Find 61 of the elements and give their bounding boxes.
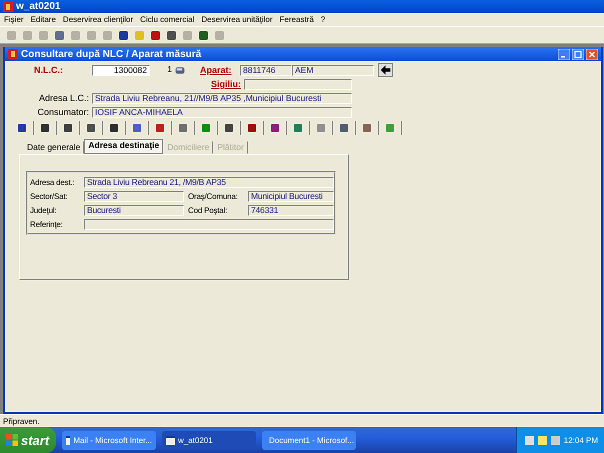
taskbar-button[interactable]: Mail - Microsoft Inter... (62, 430, 156, 450)
tab[interactable]: Adresa destinaţie (84, 139, 164, 154)
square-icon[interactable] (224, 123, 234, 133)
square-icon[interactable] (155, 123, 165, 133)
left-arrow-icon[interactable] (378, 63, 393, 77)
toolbar-icon[interactable] (118, 30, 129, 40)
square-icon[interactable] (17, 123, 27, 133)
sigiliu-label[interactable]: Sigiliu: (186, 79, 244, 89)
menu-item[interactable]: ? (320, 15, 326, 24)
city-field: Municipiul Bucuresti (248, 190, 334, 202)
window-icon (166, 436, 175, 444)
start-button[interactable]: start (0, 427, 56, 453)
window-title: Consultare după NLC / Aparat măsură (21, 48, 202, 60)
app-icon (3, 2, 13, 12)
square-icon[interactable] (86, 123, 96, 133)
toolbar-icon[interactable] (166, 30, 177, 40)
nlc-field[interactable]: 1300082 (92, 64, 150, 76)
square-icon[interactable] (270, 123, 280, 133)
square-icon[interactable] (63, 123, 73, 133)
serial-field: 8811746 (240, 64, 292, 76)
toolbar-icon[interactable] (198, 30, 209, 40)
aparat-label[interactable]: Aparat: (200, 65, 240, 75)
window-icon (66, 436, 70, 444)
sector-field: Sector 3 (84, 190, 184, 202)
menu-item[interactable]: Fereastră (280, 15, 314, 24)
close-button[interactable] (586, 48, 598, 60)
square-icon[interactable] (339, 123, 349, 133)
maximize-button[interactable] (572, 48, 584, 60)
field-label: Adresa dest.: (30, 178, 76, 186)
consumer-label: Consumator: (36, 107, 90, 117)
menu-item[interactable]: Fişier (4, 15, 24, 24)
address-field: Strada Liviu Rebreanu, 21//M9/B AP35 ,Municipiul Bucuresti (92, 92, 352, 104)
field-label: Judeţul: (30, 206, 58, 214)
clock: 12:04 PM (564, 436, 598, 444)
field-label: Cod Poştal: (188, 206, 228, 214)
taskbar-button[interactable]: Document1 - Microsof... (262, 430, 356, 450)
consumer-field: IOSIF ANCA-MIHAELA (92, 106, 352, 118)
nlc-label: N.L.C.: (33, 65, 64, 75)
address-label: Adresa L.C.: (38, 93, 90, 103)
toolbar-icon[interactable] (54, 30, 65, 40)
menu-item[interactable]: Deservirea unităţilor (201, 15, 273, 24)
menu-item[interactable]: Ciclu comercial (140, 15, 194, 24)
taskbar-button[interactable]: w_at0201 (162, 430, 256, 450)
field-label: Referinţe: (30, 220, 64, 228)
status-text: Připraven. (3, 416, 40, 426)
field-label: Sector/Sat: (30, 192, 68, 200)
county-field: Bucuresti (84, 204, 184, 216)
toolbar-icon[interactable] (150, 30, 161, 40)
minimize-button[interactable] (558, 48, 570, 60)
field-label: Oraş/Comuna: (188, 192, 239, 200)
square-icon[interactable] (40, 123, 50, 133)
menu-item[interactable]: Deservirea clienţilor (62, 15, 134, 24)
menu-item[interactable]: Editare (30, 15, 56, 24)
square-icon[interactable] (109, 123, 119, 133)
windows-logo-icon (6, 434, 18, 446)
address-field: Strada Liviu Rebreanu 21, /M9/B AP35 (84, 176, 334, 188)
type-field: AEM (292, 64, 374, 76)
square-icon[interactable] (247, 123, 257, 133)
window-title: w_at0201 (16, 1, 60, 12)
postal-code-field: 746331 (248, 204, 334, 216)
app-icon (8, 49, 18, 59)
